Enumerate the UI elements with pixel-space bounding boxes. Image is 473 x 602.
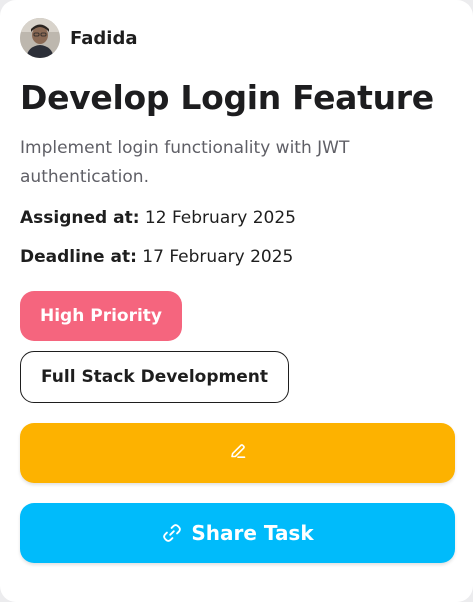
deadline-value: 17 February 2025 [142, 247, 294, 267]
avatar [20, 18, 60, 58]
share-task-button[interactable]: Share Task [20, 503, 455, 563]
share-task-label: Share Task [191, 521, 314, 545]
assignee-row: Fadida [20, 16, 455, 60]
edit-task-button[interactable] [20, 423, 455, 483]
assigned-label: Assigned at: [20, 208, 140, 228]
task-card: Fadida Develop Login Feature Implement l… [0, 0, 473, 602]
link-icon [161, 522, 183, 544]
assigned-date-row: Assigned at: 12 February 2025 [20, 206, 455, 230]
category-badge: Full Stack Development [20, 351, 289, 403]
task-title: Develop Login Feature [20, 78, 434, 117]
deadline-label: Deadline at: [20, 247, 137, 267]
task-description: Implement login functionality with JWT a… [20, 138, 350, 187]
deadline-row: Deadline at: 17 February 2025 [20, 245, 455, 269]
pencil-icon [228, 441, 248, 465]
assigned-value: 12 February 2025 [144, 208, 296, 228]
priority-badge: High Priority [20, 291, 183, 341]
assignee-name: Fadida [70, 27, 138, 49]
